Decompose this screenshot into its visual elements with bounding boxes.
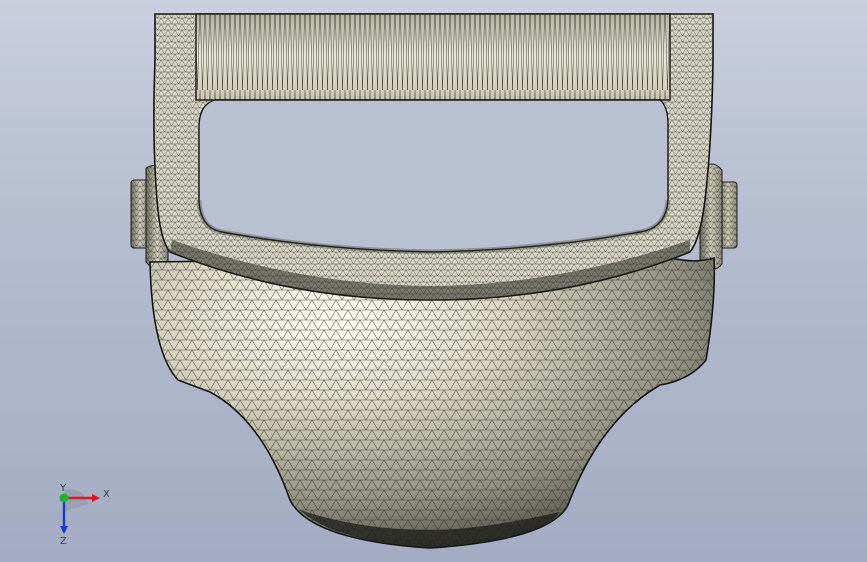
y-axis-label: Y	[59, 483, 67, 494]
visor-opening	[198, 99, 669, 253]
top-band	[195, 13, 671, 101]
y-axis-dot-icon	[59, 493, 69, 503]
x-axis-label: X	[103, 489, 110, 500]
graphics-viewport[interactable]: X Y Z	[0, 0, 867, 562]
x-axis-arrow-icon	[92, 494, 100, 502]
z-axis-arrow-icon	[60, 526, 68, 534]
axis-triad: X Y Z	[59, 483, 110, 547]
mask-model[interactable]	[0, 0, 867, 562]
z-axis-label: Z	[60, 536, 67, 547]
